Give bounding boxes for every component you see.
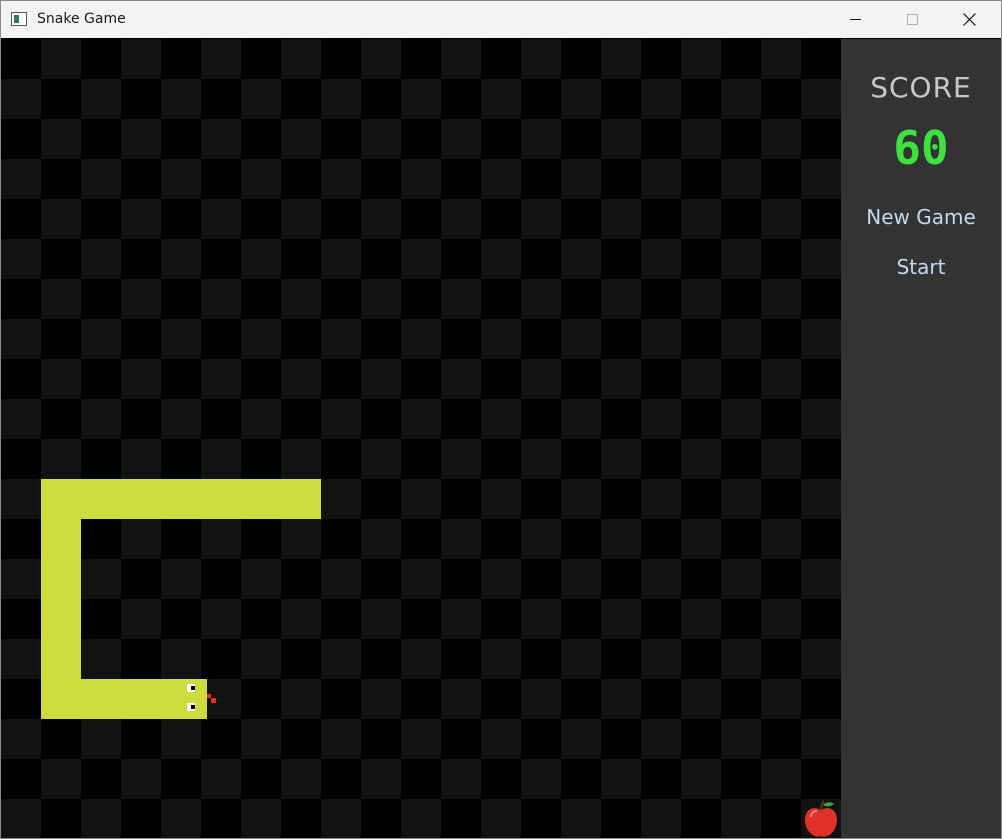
maximize-icon[interactable] bbox=[888, 1, 934, 38]
game-board[interactable] bbox=[1, 39, 841, 838]
snake-bottom-segment bbox=[41, 679, 167, 719]
title-bar[interactable]: Snake Game bbox=[1, 1, 1001, 38]
score-label: SCORE bbox=[870, 71, 972, 104]
snake-tongue-tip bbox=[211, 698, 216, 703]
apple-icon bbox=[801, 799, 841, 838]
snake-head bbox=[161, 679, 207, 719]
window-app-icon bbox=[11, 12, 27, 26]
minimize-icon[interactable] bbox=[832, 1, 878, 38]
snake-top-segment bbox=[41, 479, 321, 519]
start-button[interactable]: Start bbox=[841, 255, 1001, 279]
side-panel: SCORE 60 New Game Start bbox=[841, 39, 1001, 838]
snake-eye-top bbox=[187, 684, 195, 692]
window-title: Snake Game bbox=[37, 11, 126, 27]
snake-eye-bottom bbox=[187, 703, 195, 711]
new-game-button[interactable]: New Game bbox=[841, 205, 1001, 229]
close-icon[interactable] bbox=[946, 1, 992, 38]
score-value: 60 bbox=[893, 121, 949, 175]
game-window: Snake Game SCORE 60 New Game Start bbox=[0, 0, 1002, 839]
